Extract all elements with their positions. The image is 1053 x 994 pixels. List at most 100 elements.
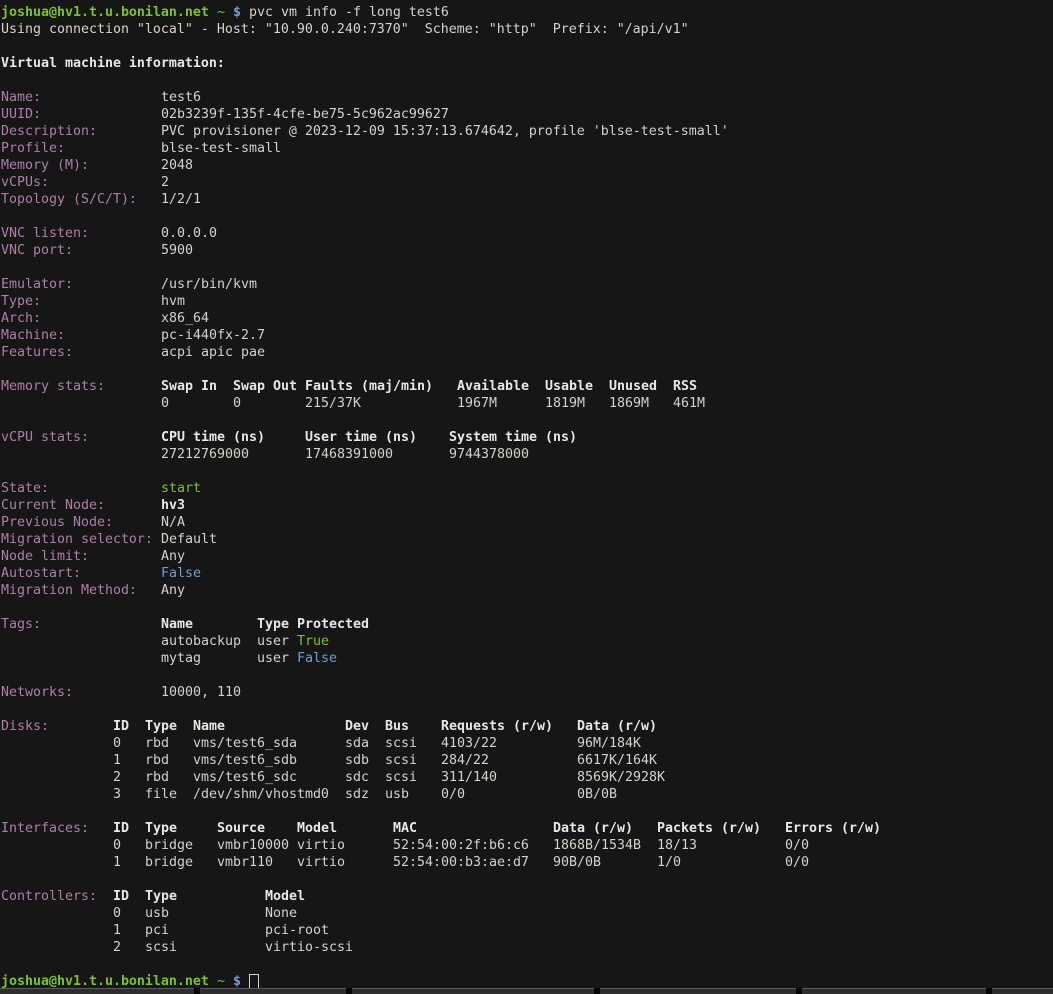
tags-header-seg-0: Tags: xyxy=(1,616,41,633)
interface-row-1: 1bridgevmbr110virtio52:54:00:b3:ae:d790B… xyxy=(0,854,1053,871)
disks-header: Disks:IDTypeNameDevBusRequests (r/w)Data… xyxy=(0,718,1053,735)
taskbar-window-button-0[interactable] xyxy=(0,988,194,994)
field-migration-method: Migration Method:Any xyxy=(0,582,1053,599)
taskbar-window-button-4[interactable] xyxy=(802,988,986,994)
controller-row-2-seg-1: scsi xyxy=(145,939,177,956)
vcpustats-values-seg-0: 27212769000 xyxy=(161,446,249,463)
disk-row-1-seg-2: vms/test6_sdb xyxy=(193,752,297,769)
disks-header-seg-0: Disks: xyxy=(1,718,49,735)
interface-row-1-seg-7: 0/0 xyxy=(785,854,809,871)
disk-row-3-seg-1: file xyxy=(145,786,177,803)
disk-row-0: 0rbdvms/test6_sdasdascsi4103/2296M/184K xyxy=(0,735,1053,752)
disk-row-1-seg-6: 6617K/164K xyxy=(577,752,657,769)
disk-row-0-seg-2: vms/test6_sda xyxy=(193,735,297,752)
disk-row-3-seg-0: 3 xyxy=(113,786,121,803)
field-vnc-port-seg-0: VNC port: xyxy=(1,242,73,259)
disk-row-0-seg-0: 0 xyxy=(113,735,121,752)
disk-row-3-seg-5: 0/0 xyxy=(441,786,465,803)
field-networks: Networks:10000, 110 xyxy=(0,684,1053,701)
field-description-seg-1: PVC provisioner @ 2023-12-09 15:37:13.67… xyxy=(161,123,729,140)
field-previous-node: Previous Node:N/A xyxy=(0,514,1053,531)
memstats-values-seg-6: 461M xyxy=(673,395,705,412)
field-machine: Machine: pc-i440fx-2.7 xyxy=(0,327,1053,344)
field-name-seg-0: Name: xyxy=(1,89,41,106)
disk-row-3-seg-3: sdz xyxy=(345,786,369,803)
memstats-values: 00215/37K1967M1819M1869M461M xyxy=(0,395,1053,412)
taskbar-window-button-5[interactable] xyxy=(992,988,1053,994)
memstats-header-seg-1: Swap In xyxy=(161,378,217,395)
disk-row-0-seg-5: 4103/22 xyxy=(441,735,497,752)
field-machine-seg-1: pc-i440fx-2.7 xyxy=(161,327,265,344)
controller-row-1-seg-0: 1 xyxy=(113,922,121,939)
memstats-values-seg-5: 1869M xyxy=(609,395,649,412)
disk-row-0-seg-4: scsi xyxy=(385,735,417,752)
section-title: Virtual machine information: xyxy=(0,55,1053,72)
tag-row-mytag-seg-0: mytag xyxy=(161,650,201,667)
disks-header-seg-6: Requests (r/w) xyxy=(441,718,553,735)
vcpustats-values-seg-1: 17468391000 xyxy=(305,446,393,463)
interface-row-0-seg-7: 0/0 xyxy=(785,837,809,854)
interface-row-0-seg-0: 0 xyxy=(113,837,121,854)
interface-row-1-seg-0: 1 xyxy=(113,854,121,871)
field-machine-seg-0: Machine: xyxy=(1,327,65,344)
field-networks-seg-1: 10000, 110 xyxy=(161,684,241,701)
interfaces-header-seg-0: Interfaces: xyxy=(1,820,89,837)
tags-header: Tags:NameTypeProtected xyxy=(0,616,1053,633)
terminal-screen[interactable]: joshua@hv1.t.u.bonilan.net~$pvc vm info … xyxy=(0,0,1053,994)
interface-row-1-seg-2: vmbr110 xyxy=(217,854,273,871)
memstats-header-seg-0: Memory stats: xyxy=(1,378,105,395)
memstats-header-seg-6: Unused xyxy=(609,378,657,395)
memstats-values-seg-3: 1967M xyxy=(457,395,497,412)
prompt-line-1-seg-2: $ xyxy=(233,4,241,21)
field-uuid: UUID: 02b3239f-135f-4cfe-be75-5c962ac9962… xyxy=(0,106,1053,123)
field-current-node: Current Node:hv3 xyxy=(0,497,1053,514)
field-vcpus-seg-0: vCPUs: xyxy=(1,174,49,191)
taskbar-window-button-2[interactable] xyxy=(352,988,594,994)
taskbar-window-button-3[interactable] xyxy=(600,988,796,994)
controller-row-0: 0usbNone xyxy=(0,905,1053,922)
tags-header-seg-3: Protected xyxy=(297,616,369,633)
field-arch-seg-0: Arch: xyxy=(1,310,41,327)
controllers-header-seg-1: ID xyxy=(113,888,129,905)
interface-row-1-seg-6: 1/0 xyxy=(657,854,681,871)
field-migration-selector-seg-1: Default xyxy=(161,531,217,548)
memstats-values-seg-2: 215/37K xyxy=(305,395,361,412)
interface-row-1-seg-1: bridge xyxy=(145,854,193,871)
disk-row-1-seg-5: 284/22 xyxy=(441,752,489,769)
interface-row-0-seg-3: virtio xyxy=(297,837,345,854)
field-state-seg-0: State: xyxy=(1,480,49,497)
interfaces-header: Interfaces:IDTypeSourceModelMACData (r/w… xyxy=(0,820,1053,837)
memstats-header-seg-3: Faults (maj/min) xyxy=(305,378,433,395)
interface-row-0-seg-5: 1868B/1534B xyxy=(553,837,641,854)
controller-row-1-seg-2: pci-root xyxy=(265,922,329,939)
interface-row-1-seg-5: 90B/0B xyxy=(553,854,601,871)
vcpustats-header-seg-0: vCPU stats: xyxy=(1,429,89,446)
field-type: Type:hvm xyxy=(0,293,1053,310)
interfaces-header-seg-1: ID xyxy=(113,820,129,837)
connection-info-seg-0: Using connection "local" - Host: "10.90.… xyxy=(1,21,689,38)
tag-row-mytag-seg-1: user xyxy=(257,650,289,667)
interface-row-1-seg-4: 52:54:00:b3:ae:d7 xyxy=(393,854,529,871)
controllers-header-seg-0: Controllers: xyxy=(1,888,97,905)
interface-row-0-seg-6: 18/13 xyxy=(657,837,697,854)
disk-row-1-seg-4: scsi xyxy=(385,752,417,769)
interface-row-0-seg-4: 52:54:00:2f:b6:c6 xyxy=(393,837,529,854)
taskbar-window-button-1[interactable] xyxy=(200,988,346,994)
interfaces-header-seg-3: Source xyxy=(217,820,265,837)
disk-row-0-seg-6: 96M/184K xyxy=(577,735,641,752)
disk-row-2-seg-1: rbd xyxy=(145,769,169,786)
field-profile-seg-0: Profile: xyxy=(1,140,65,157)
field-uuid-seg-0: UUID: xyxy=(1,106,41,123)
field-autostart-seg-1: False xyxy=(161,565,201,582)
disks-header-seg-3: Name xyxy=(193,718,225,735)
field-memory-seg-1: 2048 xyxy=(161,157,193,174)
field-current-node-seg-1: hv3 xyxy=(161,497,185,514)
interface-row-0-seg-1: bridge xyxy=(145,837,193,854)
field-uuid-seg-1: 02b3239f-135f-4cfe-be75-5c962ac99627 xyxy=(161,106,449,123)
controller-row-0-seg-2: None xyxy=(265,905,297,922)
disk-row-2-seg-2: vms/test6_sdc xyxy=(193,769,297,786)
memstats-header-seg-2: Swap Out xyxy=(233,378,297,395)
disk-row-2-seg-4: scsi xyxy=(385,769,417,786)
field-vcpus: vCPUs:2 xyxy=(0,174,1053,191)
interfaces-header-seg-5: MAC xyxy=(393,820,417,837)
